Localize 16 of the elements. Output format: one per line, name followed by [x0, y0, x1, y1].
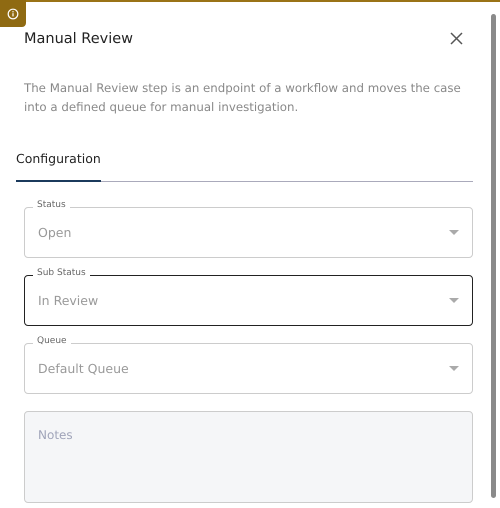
caret-icon	[449, 366, 459, 371]
field-label: Status	[33, 200, 70, 211]
select-field[interactable]: Open	[24, 207, 473, 258]
select-field[interactable]: Default Queue	[24, 343, 473, 394]
caret-icon	[449, 298, 459, 303]
description: The Manual Review step is an endpoint of a workflow and moves the case into a defined queue for manual investigation.	[24, 80, 462, 116]
close-icon[interactable]	[448, 30, 465, 47]
tab[interactable]: Configuration	[16, 145, 101, 182]
select-field[interactable]: In Review	[24, 275, 473, 326]
info-badge[interactable]	[0, 0, 26, 27]
field-label: Sub Status	[33, 268, 90, 279]
field-label: Queue	[33, 336, 71, 347]
notes-field[interactable]: Notes	[24, 411, 473, 503]
panel-title: Manual Review	[24, 30, 134, 46]
caret-icon	[449, 230, 459, 235]
info-icon	[7, 8, 19, 20]
